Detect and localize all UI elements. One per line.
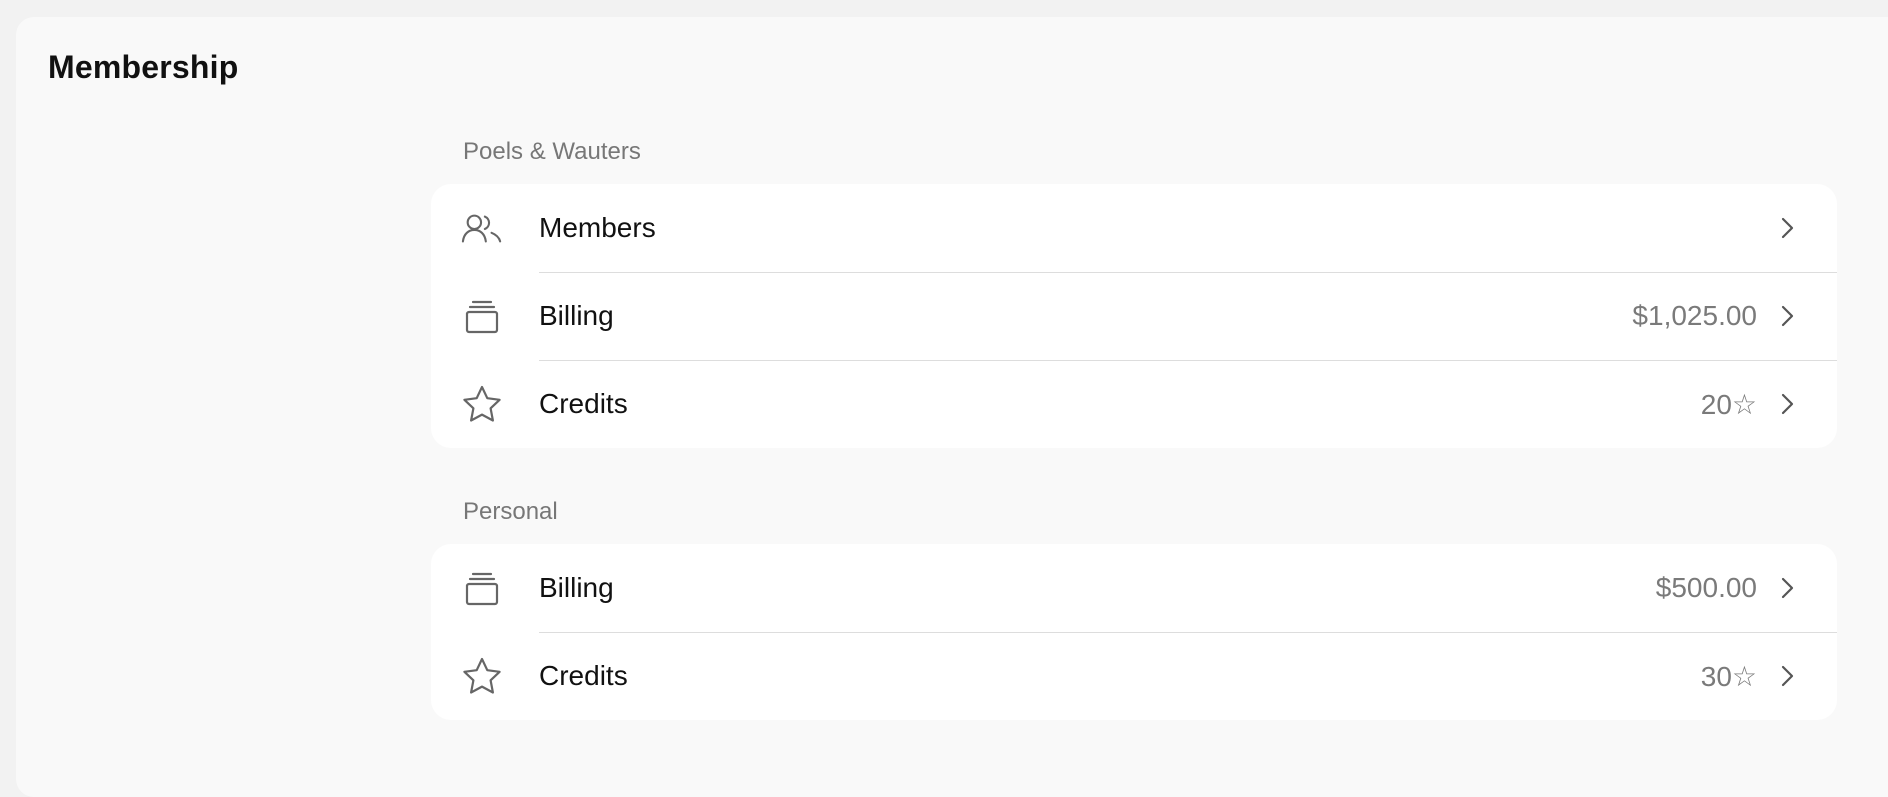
- billing-value: $1,025.00: [1632, 300, 1757, 331]
- organization-card: Members Billing $1,025.00 Credits 20☆: [431, 184, 1837, 448]
- chevron-right-icon: [1781, 577, 1794, 599]
- billing-label: Billing: [539, 572, 614, 603]
- credits-row[interactable]: Credits 30☆: [431, 632, 1837, 720]
- members-icon: [461, 208, 503, 250]
- star-icon: [461, 656, 503, 698]
- chevron-right-icon: [1781, 665, 1794, 687]
- page-title: Membership: [48, 49, 239, 85]
- membership-panel: Membership Poels & Wauters Members Billi…: [16, 17, 1888, 797]
- billing-row[interactable]: Billing $500.00: [431, 544, 1837, 632]
- section-label-personal: Personal: [463, 498, 558, 525]
- credits-row[interactable]: Credits 20☆: [431, 360, 1837, 448]
- billing-icon: [461, 296, 503, 338]
- credits-label: Credits: [539, 660, 628, 691]
- credits-value: 30☆: [1700, 660, 1757, 692]
- billing-label: Billing: [539, 300, 614, 331]
- billing-icon: [461, 568, 503, 610]
- credits-label: Credits: [539, 388, 628, 419]
- members-row[interactable]: Members: [431, 184, 1837, 272]
- star-icon: [461, 384, 503, 426]
- chevron-right-icon: [1781, 305, 1794, 327]
- credits-value: 20☆: [1700, 388, 1757, 420]
- chevron-right-icon: [1781, 393, 1794, 415]
- members-label: Members: [539, 212, 656, 243]
- chevron-right-icon: [1781, 217, 1794, 239]
- billing-value: $500.00: [1655, 572, 1757, 603]
- personal-card: Billing $500.00 Credits 30☆: [431, 544, 1837, 720]
- section-label-organization: Poels & Wauters: [463, 138, 641, 165]
- billing-row[interactable]: Billing $1,025.00: [431, 272, 1837, 360]
